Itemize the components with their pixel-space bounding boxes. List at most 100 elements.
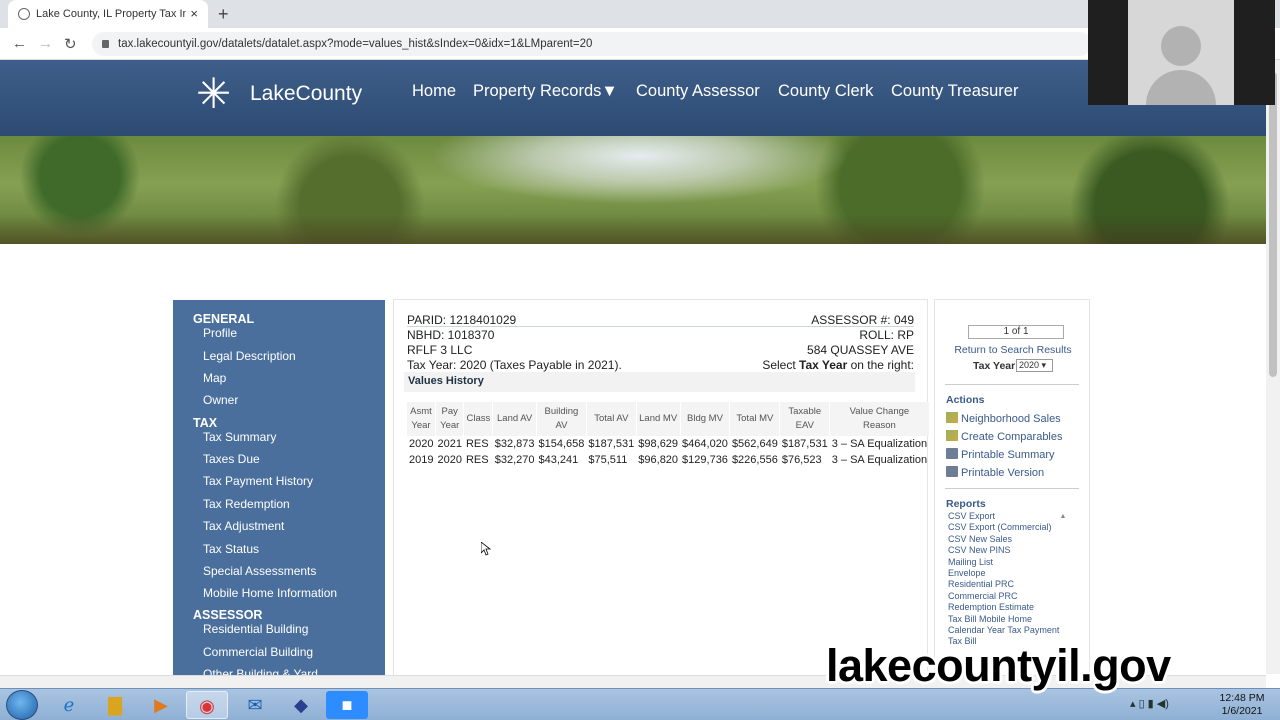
sidebar-item-tax-redemption[interactable]: Tax Redemption <box>203 497 290 511</box>
logo-text: LakeCounty <box>250 82 363 105</box>
report-link[interactable]: Calendar Year Tax Payment <box>948 625 1072 636</box>
sidebar-item-tax-payment-history[interactable]: Tax Payment History <box>203 474 313 488</box>
reports-heading: Reports <box>946 498 986 510</box>
column-header: Land AV <box>492 402 537 436</box>
sidebar-heading-tax: TAX <box>193 416 218 430</box>
table-header-row: Asmt Year Pay Year Class Land AV Building AV… <box>407 402 930 436</box>
zoom-icon[interactable]: ■ <box>326 691 368 719</box>
select-tax-year-hint: Select Tax Year on the right: <box>762 358 914 372</box>
report-link[interactable]: Mailing List <box>948 557 1072 568</box>
report-link[interactable]: CSV Export (Commercial) <box>948 522 1072 533</box>
chevron-down-icon: ▾ <box>1041 360 1047 370</box>
table-cell: $75,511 <box>588 454 628 466</box>
tab-close-icon[interactable]: × <box>190 6 198 21</box>
outlook-icon[interactable]: ✉ <box>234 691 276 719</box>
system-tray-icons[interactable]: ▴ ▯ ▮ ◀) <box>1130 697 1169 710</box>
result-pager[interactable]: 1 of 1 <box>968 325 1064 339</box>
sidebar-item-profile[interactable]: Profile <box>203 326 237 340</box>
table-cell: $562,649 <box>731 438 778 450</box>
table-cell: RES <box>465 454 489 466</box>
arrow-cursor-icon <box>481 542 491 556</box>
avatar-head-shape <box>1161 26 1201 66</box>
sidebar-item-tax-status[interactable]: Tax Status <box>203 542 259 556</box>
reload-icon[interactable]: ↻ <box>64 35 77 53</box>
table-cell: $98,629 <box>638 438 679 450</box>
column-header: Total MV <box>729 402 781 436</box>
user-avatar-placeholder <box>1128 0 1234 105</box>
report-link[interactable]: Tax Bill Mobile Home <box>948 614 1072 625</box>
table-cell: $154,658 <box>538 438 585 450</box>
printer-icon <box>946 448 958 459</box>
scroll-up-icon[interactable]: ▲ <box>1057 513 1069 653</box>
sidebar-item-map[interactable]: Map <box>203 371 226 385</box>
nav-county-assessor[interactable]: County Assessor <box>636 82 760 101</box>
table-body: 2020 2021 RES $32,873 $154,658 $187,531 $98,62… <box>407 436 929 468</box>
webcam-overlay <box>1088 0 1275 105</box>
table-cell: $129,736 <box>682 454 728 466</box>
action-neighborhood-sales[interactable]: Neighborhood Sales <box>946 412 1061 425</box>
sidebar-item-tax-summary[interactable]: Tax Summary <box>203 430 276 444</box>
sidebar-item-mobile-home-information[interactable]: Mobile Home Information <box>203 586 337 600</box>
nav-county-clerk[interactable]: County Clerk <box>778 82 873 101</box>
report-link[interactable]: CSV New Sales <box>948 534 1072 545</box>
sidebar-item-legal-description[interactable]: Legal Description <box>203 349 296 363</box>
actions-heading: Actions <box>946 394 985 406</box>
action-create-comparables[interactable]: Create Comparables <box>946 430 1063 443</box>
column-header: Taxable EAV <box>779 402 831 436</box>
media-player-icon[interactable]: ▶ <box>140 691 182 719</box>
table-cell: $187,531 <box>588 438 635 450</box>
app-icon[interactable]: ◆ <box>280 691 322 719</box>
nav-property-records[interactable]: Property Records▼ <box>473 82 618 101</box>
report-link[interactable]: CSV Export <box>948 511 1072 522</box>
start-button[interactable] <box>6 690 38 720</box>
chrome-icon[interactable]: ◉ <box>186 691 228 719</box>
assessor-number-text: ASSESSOR #: 049 <box>811 313 914 327</box>
file-explorer-icon[interactable]: ▇ <box>94 691 136 719</box>
lock-icon <box>102 40 109 48</box>
sidebar-item-special-assessments[interactable]: Special Assessments <box>203 564 316 578</box>
owner-name: RFLF 3 LLC <box>407 343 473 357</box>
report-link[interactable]: Redemption Estimate <box>948 602 1072 613</box>
sidebar-item-residential-building[interactable]: Residential Building <box>203 622 308 636</box>
tax-year-select[interactable]: 2020 ▾ <box>1016 359 1053 372</box>
parid-text: PARID: 1218401029 <box>407 313 517 327</box>
sidebar-item-owner[interactable]: Owner <box>203 393 238 407</box>
nav-county-treasurer[interactable]: County Treasurer <box>891 82 1018 101</box>
report-link[interactable]: Commercial PRC <box>948 591 1072 602</box>
forward-icon[interactable]: → <box>38 35 53 52</box>
sidebar-item-taxes-due[interactable]: Taxes Due <box>203 452 260 466</box>
table-cell: $76,523 <box>781 454 822 466</box>
return-to-search-link[interactable]: Return to Search Results <box>935 344 1089 356</box>
sidebar-item-commercial-building[interactable]: Commercial Building <box>203 645 313 659</box>
table-cell: $32,270 <box>494 454 535 466</box>
scrollbar-thumb[interactable] <box>1269 72 1277 377</box>
header-divider <box>407 326 914 327</box>
reports-list[interactable]: CSV Export CSV Export (Commercial) CSV New… <box>948 511 1072 653</box>
sidebar-item-tax-adjustment[interactable]: Tax Adjustment <box>203 519 284 533</box>
taskbar-clock[interactable]: 12:48 PM 1/6/2021 <box>1212 692 1272 718</box>
column-header: Land MV <box>636 402 681 436</box>
column-header: Asmt Year <box>407 402 436 436</box>
new-tab-icon[interactable]: + <box>218 4 229 25</box>
right-panel: 1 of 1 Return to Search Results Tax Year… <box>934 299 1090 679</box>
site-logo[interactable]: ✳ LakeCounty <box>196 70 396 118</box>
house-icon <box>946 412 958 423</box>
table-cell: $96,820 <box>638 454 679 466</box>
printer-icon <box>946 466 958 477</box>
internet-explorer-icon[interactable]: ℯ <box>48 691 90 719</box>
tree-canopy-banner <box>0 136 1266 244</box>
table-cell: $464,020 <box>682 438 728 450</box>
report-link[interactable]: Envelope <box>948 568 1072 579</box>
page-vertical-scrollbar[interactable] <box>1266 60 1280 674</box>
table-cell: 3 – SA Equalization <box>831 454 928 466</box>
banner-trunk-shade <box>0 214 1266 244</box>
action-printable-summary[interactable]: Printable Summary <box>946 448 1055 461</box>
action-printable-version[interactable]: Printable Version <box>946 466 1044 479</box>
address-bar[interactable]: tax.lakecountyil.gov/datalets/datalet.as… <box>92 32 1092 56</box>
site-header: ✳ LakeCounty Home Property Records▼ Coun… <box>0 60 1266 136</box>
report-link[interactable]: CSV New PINS <box>948 545 1072 556</box>
nav-home[interactable]: Home <box>412 82 456 101</box>
browser-tab[interactable]: Lake County, IL Property Tax Info × <box>8 0 208 28</box>
report-link[interactable]: Residential PRC <box>948 579 1072 590</box>
back-icon[interactable]: ← <box>12 35 27 52</box>
